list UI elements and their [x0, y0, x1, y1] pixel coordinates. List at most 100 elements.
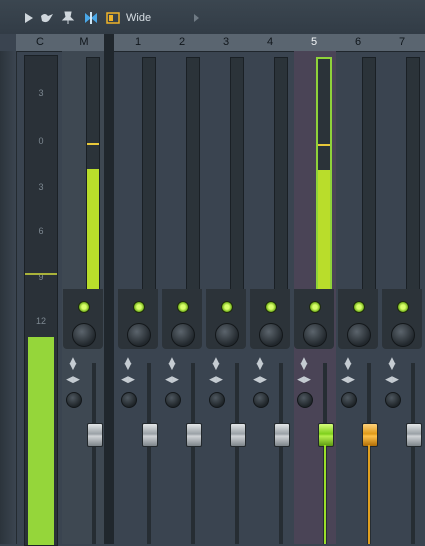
pan-knob[interactable]	[347, 323, 371, 347]
scale-label: 3	[38, 182, 44, 192]
header-cell-7[interactable]: 7	[387, 34, 417, 51]
stereo-knob[interactable]	[385, 392, 401, 408]
fader-level-line	[324, 445, 326, 544]
meter-fill	[318, 170, 330, 295]
current-level-meter	[28, 337, 54, 545]
header-strip-left: C M	[16, 34, 104, 52]
enable-led[interactable]	[397, 301, 409, 313]
fader-track	[411, 363, 415, 544]
view-mode-label[interactable]: Wide	[126, 12, 151, 24]
current-meter-strip: 3 0 3 6 9 12	[24, 55, 58, 546]
stereo-separation-icon[interactable]: ◀▶	[165, 374, 179, 386]
stereo-separation-icon[interactable]: ◀▶	[297, 374, 311, 386]
play-arrow-icon[interactable]	[22, 11, 36, 25]
meter-fill	[87, 169, 99, 294]
stereo-knob[interactable]	[341, 392, 357, 408]
level-meter	[186, 57, 200, 295]
fader-track	[279, 363, 283, 544]
stereo-knob[interactable]	[253, 392, 269, 408]
pan-knob[interactable]	[303, 323, 327, 347]
channel-master[interactable]: Master ▲▼ ◀▶	[62, 51, 104, 544]
stereo-separation-icon[interactable]: ◀▶	[121, 374, 135, 386]
stereo-swap-icon[interactable]: ▲ ▼	[166, 357, 178, 372]
level-meter	[274, 57, 288, 295]
channel-insert-5[interactable]: Insert 5 ▲▼ ◀▶	[294, 51, 336, 544]
stereo-separation-icon[interactable]: ◀▶	[66, 374, 80, 386]
enable-led[interactable]	[133, 301, 145, 313]
enable-led[interactable]	[221, 301, 233, 313]
header-cell-6[interactable]: 6	[343, 34, 373, 51]
master-insert-divider	[104, 34, 114, 544]
fader-track	[191, 363, 195, 544]
enable-led[interactable]	[177, 301, 189, 313]
channel-insert-2[interactable]: Insert 2 ▲▼ ◀▶	[162, 51, 204, 544]
header-cell-1[interactable]: 1	[123, 34, 153, 51]
volume-fader[interactable]	[87, 423, 103, 447]
stereo-separation-icon[interactable]: ◀▶	[253, 374, 267, 386]
stereo-swap-icon[interactable]: ▲ ▼	[386, 357, 398, 372]
channel-insert-1[interactable]: Insert 1 ▲▼ ◀▶	[118, 51, 160, 544]
pan-knob[interactable]	[127, 323, 151, 347]
volume-fader[interactable]	[406, 423, 422, 447]
pan-knob[interactable]	[72, 323, 96, 347]
stereo-swap-icon[interactable]: ▲ ▼	[298, 357, 310, 372]
level-meter	[316, 57, 332, 297]
channel-insert-6[interactable]: Insert 6 ▲▼ ◀▶	[338, 51, 380, 544]
volume-fader[interactable]	[318, 423, 334, 447]
header-cell-4[interactable]: 4	[255, 34, 285, 51]
more-arrow-icon[interactable]	[194, 14, 199, 22]
scale-label: 0	[38, 136, 44, 146]
enable-led[interactable]	[265, 301, 277, 313]
header-cell-3[interactable]: 3	[211, 34, 241, 51]
stereo-swap-icon[interactable]: ▲ ▼	[67, 357, 79, 372]
enable-led[interactable]	[353, 301, 365, 313]
pan-knob[interactable]	[259, 323, 283, 347]
pin-icon[interactable]	[61, 11, 75, 25]
pan-knob[interactable]	[391, 323, 415, 347]
header-cell-m[interactable]: M	[69, 34, 99, 51]
stereo-knob[interactable]	[209, 392, 225, 408]
enable-led[interactable]	[309, 301, 321, 313]
header-cell-c[interactable]: C	[25, 34, 55, 51]
stereo-knob[interactable]	[165, 392, 181, 408]
stereo-separation-icon[interactable]: ◀▶	[385, 374, 399, 386]
fader-level-line	[368, 445, 370, 544]
volume-fader[interactable]	[142, 423, 158, 447]
meter-peak	[87, 143, 99, 145]
bowtie-icon[interactable]	[84, 11, 98, 25]
stereo-swap-icon[interactable]: ▲ ▼	[122, 357, 134, 372]
enable-led[interactable]	[78, 301, 90, 313]
pan-knob[interactable]	[215, 323, 239, 347]
stereo-swap-icon[interactable]: ▲ ▼	[342, 357, 354, 372]
channel-insert-3[interactable]: Insert 3 ▲▼ ◀▶	[206, 51, 248, 544]
stereo-swap-icon[interactable]: ▲ ▼	[254, 357, 266, 372]
level-meter	[230, 57, 244, 295]
stereo-separation-icon[interactable]: ◀▶	[209, 374, 223, 386]
level-meter	[362, 57, 376, 295]
stereo-separation-icon[interactable]: ◀▶	[341, 374, 355, 386]
layout-icon[interactable]	[106, 11, 120, 25]
pan-knob[interactable]	[171, 323, 195, 347]
bird-icon[interactable]	[40, 11, 54, 25]
meter-peak	[318, 144, 330, 146]
level-meter	[86, 57, 100, 295]
header-strip-right: 1 2 3 4 5 6 7	[114, 34, 425, 52]
volume-fader[interactable]	[186, 423, 202, 447]
channel-insert-7[interactable]: Insert 7 ▲▼ ◀▶	[382, 51, 425, 544]
header-cell-2[interactable]: 2	[167, 34, 197, 51]
fader-track	[235, 363, 239, 544]
stereo-knob[interactable]	[297, 392, 313, 408]
level-meter	[406, 57, 420, 295]
stereo-swap-icon[interactable]: ▲ ▼	[210, 357, 222, 372]
stereo-knob[interactable]	[121, 392, 137, 408]
channel-insert-4[interactable]: Insert 4 ▲▼ ◀▶	[250, 51, 292, 544]
mixer-toolbar: Wide	[0, 0, 425, 34]
volume-fader[interactable]	[362, 423, 378, 447]
stereo-knob[interactable]	[66, 392, 82, 408]
volume-fader[interactable]	[230, 423, 246, 447]
scale-label: 12	[35, 316, 46, 326]
volume-fader[interactable]	[274, 423, 290, 447]
fader-track	[92, 363, 96, 544]
scale-label: 3	[38, 88, 44, 98]
header-cell-5[interactable]: 5	[299, 34, 329, 51]
